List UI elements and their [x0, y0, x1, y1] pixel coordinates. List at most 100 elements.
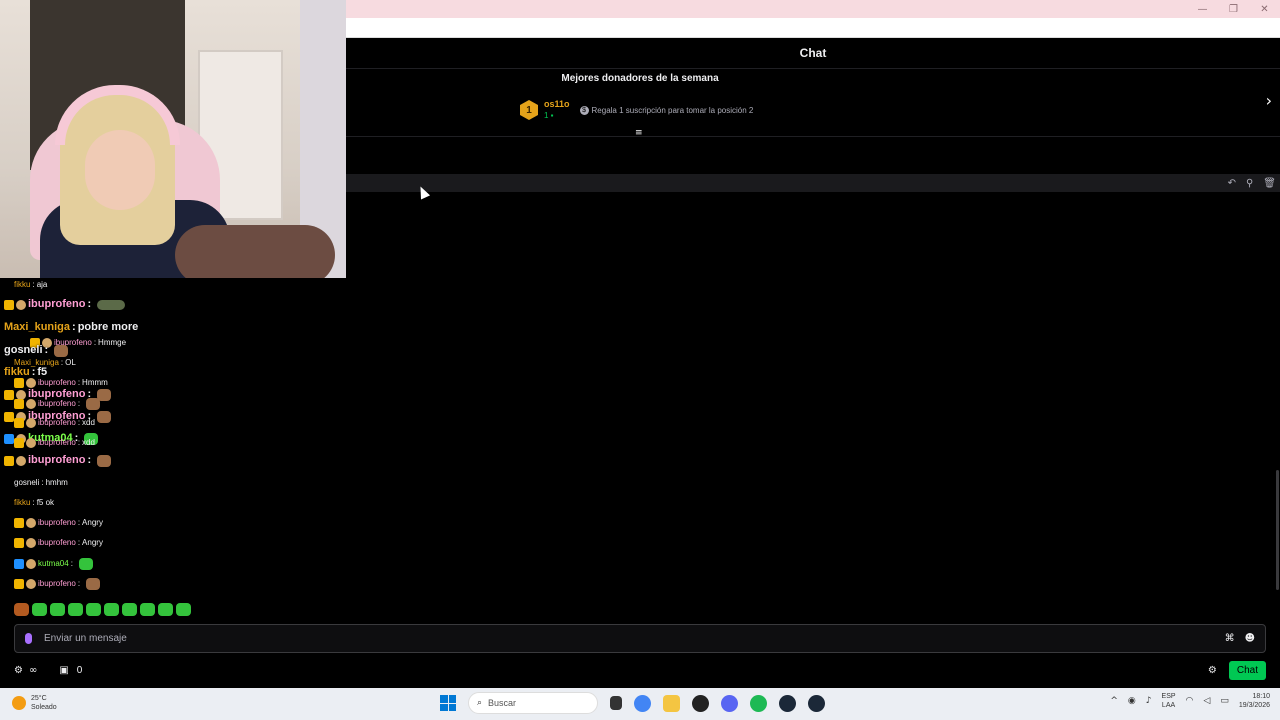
gift-sub-prompt[interactable]: $ Regala 1 suscripción para tomar la pos…: [579, 105, 753, 115]
chat-username[interactable]: fikku: [14, 498, 30, 508]
chat-text: Hmmge: [98, 338, 127, 347]
chat-username[interactable]: Maxi_kuniga: [4, 321, 70, 334]
trash-icon[interactable]: 🗑: [1263, 178, 1276, 189]
emote-icon[interactable]: [50, 603, 65, 616]
crown-badge-icon: [4, 389, 14, 400]
message-input[interactable]: [44, 633, 1215, 644]
chevron-right-icon[interactable]: ›: [1266, 91, 1272, 110]
mod-badge-icon: [4, 433, 14, 444]
emote-icon[interactable]: [140, 603, 155, 616]
chat-username[interactable]: ibuprofeno: [38, 399, 76, 409]
network-icon[interactable]: ◉: [1128, 696, 1136, 706]
emote-icon: [54, 344, 69, 357]
chat-username[interactable]: ibuprofeno: [28, 298, 85, 311]
emote-icon[interactable]: [158, 603, 173, 616]
clock[interactable]: 18:10 19/3/2026: [1239, 692, 1270, 710]
sub-badge-icon: [26, 378, 36, 388]
mic-icon[interactable]: [25, 633, 32, 644]
chat-username[interactable]: ibuprofeno: [38, 579, 76, 589]
language-indicator[interactable]: ESP LAA: [1162, 692, 1176, 710]
weather-widget[interactable]: 25°C Soleado: [12, 694, 57, 712]
app-icon[interactable]: [692, 694, 709, 712]
separator: :: [87, 454, 92, 466]
chrome-icon[interactable]: [634, 694, 651, 712]
crown-badge-icon: [14, 579, 24, 589]
windows-start-icon[interactable]: [440, 695, 456, 711]
separator: :: [77, 399, 81, 408]
chat-username[interactable]: ibuprofeno: [38, 518, 76, 528]
emote-icon[interactable]: [68, 603, 83, 616]
chat-username[interactable]: ibuprofeno: [38, 418, 76, 428]
sub-badge-icon: [26, 538, 36, 548]
emote-icon[interactable]: [104, 603, 119, 616]
sub-badge-icon: [16, 455, 26, 466]
chat-username[interactable]: fikku: [14, 280, 30, 290]
settings-gear-icon[interactable]: ⚙: [1208, 665, 1217, 676]
discord-icon[interactable]: [721, 694, 738, 712]
battery-icon[interactable]: ▭: [1220, 696, 1229, 706]
crown-badge-icon: [4, 299, 14, 310]
emote-icon[interactable]: [14, 603, 29, 616]
chat-message: ibuprofeno:: [4, 298, 126, 311]
gift-icon: $: [579, 105, 589, 115]
minimize-button[interactable]: —: [1187, 0, 1218, 18]
sub-badge-icon: [26, 518, 36, 528]
task-view-icon[interactable]: [610, 696, 622, 710]
scrollbar[interactable]: [1276, 470, 1279, 590]
sub-badge-icon: [26, 399, 36, 409]
folder-icon[interactable]: [663, 694, 680, 712]
mic-tray-icon[interactable]: ♪: [1146, 696, 1152, 706]
donor-entry[interactable]: 1 os11o 1 ▪ $ Regala 1 suscripción para …: [520, 99, 753, 121]
chat-footer: ⚙ ∞ ▣ 0 ⚙ Chat: [14, 660, 1266, 680]
emote-icon[interactable]: [122, 603, 137, 616]
window-strip: [346, 18, 1280, 38]
weather-temp: 25°C: [31, 695, 47, 702]
emote-icon[interactable]: [176, 603, 191, 616]
steam-icon[interactable]: [779, 694, 796, 712]
chat-overlay: fikku: aja ibuprofeno: Maxi_kuniga: pobre…: [0, 278, 346, 600]
chat-message: ibuprofeno:: [4, 454, 112, 467]
chat-input-box[interactable]: ⌘ ☻: [14, 624, 1266, 653]
chat-header: Chat: [346, 38, 1280, 69]
taskbar-search[interactable]: ⌕ Buscar: [468, 692, 598, 714]
gift-box-icon[interactable]: ▣: [59, 665, 68, 676]
volume-icon[interactable]: ◁: [1203, 696, 1210, 706]
points-icon[interactable]: ⚙: [14, 665, 23, 676]
chevron-up-icon[interactable]: ^: [1110, 696, 1118, 706]
emote-icon[interactable]: [32, 603, 47, 616]
close-button[interactable]: ✕: [1249, 0, 1280, 18]
donor-name[interactable]: os11o: [544, 99, 570, 110]
pin-icon[interactable]: ⚲: [1246, 178, 1253, 189]
crown-badge-icon: [14, 378, 24, 388]
infinity-icon[interactable]: ∞: [29, 665, 37, 676]
chat-username[interactable]: gosneli: [4, 344, 43, 357]
wifi-icon[interactable]: ◠: [1186, 696, 1194, 706]
spotify-icon[interactable]: [750, 694, 767, 712]
emoji-icon[interactable]: ☻: [1245, 633, 1255, 644]
chat-username[interactable]: ibuprofeno: [28, 454, 85, 467]
chat-message: ibuprofeno: xdd: [14, 418, 95, 428]
chat-message: ibuprofeno: Angry: [14, 538, 103, 548]
crown-badge-icon: [4, 455, 14, 466]
emote-icon[interactable]: [86, 603, 101, 616]
chat-username[interactable]: ibuprofeno: [38, 378, 76, 388]
chat-username[interactable]: kutma04: [38, 559, 69, 569]
chat-username[interactable]: ibuprofeno: [38, 438, 76, 448]
emote-icon: [86, 578, 101, 590]
chat-username[interactable]: ibuprofeno: [38, 538, 76, 548]
chat-title: Chat: [799, 46, 827, 60]
translate-icon[interactable]: ⌘: [1225, 633, 1235, 644]
chat-message: gosneli: hmhm: [14, 478, 68, 488]
chat-username[interactable]: gosneli: [14, 478, 39, 488]
steam-icon-2[interactable]: [808, 694, 825, 712]
separator: :: [77, 418, 81, 427]
chat-message: gosneli:: [4, 344, 69, 357]
undo-icon[interactable]: ↶: [1228, 178, 1236, 189]
restore-button[interactable]: ❐: [1218, 0, 1249, 18]
sub-badge-icon: [26, 579, 36, 589]
collapse-icon[interactable]: ≡: [635, 129, 645, 138]
chat-send-button[interactable]: Chat: [1228, 660, 1266, 680]
separator: :: [60, 358, 64, 367]
separator: :: [32, 498, 35, 507]
chat-text: xdd: [82, 418, 95, 427]
